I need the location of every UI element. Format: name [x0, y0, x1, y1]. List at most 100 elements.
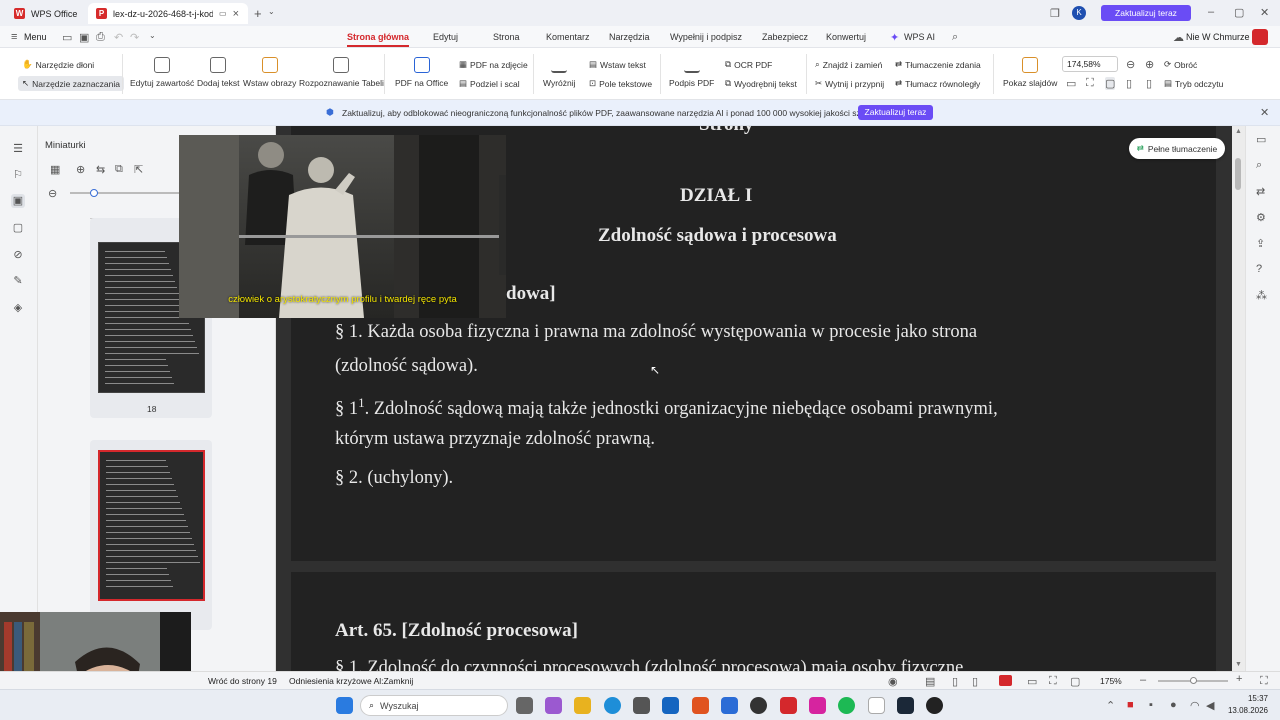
status-fullscreen-icon[interactable]: ⛶ — [1260, 675, 1268, 688]
spotify-icon[interactable] — [838, 697, 855, 714]
scrollbar-thumb[interactable] — [1235, 158, 1241, 190]
copilot-icon[interactable] — [545, 697, 562, 714]
double-view-icon[interactable]: ▯ — [972, 675, 978, 688]
comments-icon[interactable]: ▢ — [11, 221, 25, 235]
fit-width-icon[interactable]: ▭ — [1066, 77, 1076, 90]
recognize-tables-button[interactable]: Rozpoznawanie Tabeli — [299, 57, 384, 88]
pdf-to-office-button[interactable]: PDF na Office — [395, 57, 448, 88]
brave-icon[interactable] — [692, 697, 709, 714]
more-icon[interactable]: ⌄ — [149, 31, 156, 40]
tray-app-icon[interactable]: ▪ — [1149, 699, 1153, 711]
wifi-icon[interactable]: ◠ — [1190, 699, 1200, 712]
fullscreen-icon[interactable]: ⛶ — [1049, 675, 1057, 688]
fit-page-icon[interactable]: ⛶ — [1086, 77, 1094, 90]
tab-protect[interactable]: Zabezpiecz — [762, 32, 808, 42]
thumbnails-icon[interactable]: ▣ — [11, 194, 25, 208]
signature-panel-icon[interactable]: ✎ — [11, 274, 25, 288]
menu-button[interactable]: Menu — [24, 32, 47, 42]
zoom-out-icon[interactable]: ⊖ — [1126, 58, 1135, 71]
grid-view-icon[interactable]: ▦ — [50, 163, 60, 176]
new-tab-icon[interactable]: + — [254, 6, 262, 21]
grid-apps-icon[interactable]: ⁂ — [1256, 289, 1267, 302]
crossref-status[interactable]: Odniesienia krzyżowe Al:Zamknij — [289, 676, 413, 686]
tab-tools[interactable]: Narzędzia — [609, 32, 650, 42]
task-view-icon[interactable] — [516, 697, 533, 714]
chevron-down-icon[interactable]: ⌄ — [268, 7, 275, 16]
status-zoom-handle[interactable] — [1190, 677, 1197, 684]
notepad-icon[interactable] — [868, 697, 885, 714]
outline-icon[interactable]: ☰ — [11, 142, 25, 156]
document-tab[interactable]: P lex-dz-u-2026-468-t-j-kodek ▭ × — [88, 3, 248, 24]
slideshow-button[interactable]: Pokaz slajdów — [1003, 57, 1057, 88]
properties-icon[interactable]: ▭ — [1256, 133, 1266, 146]
clock-time[interactable]: 15:37 — [1228, 694, 1268, 703]
update-now-button[interactable]: Zaktualizuj teraz — [1101, 5, 1191, 21]
page-thumbnail-19[interactable] — [98, 450, 205, 601]
ocr-pdf-button[interactable]: ⧉ OCR PDF — [725, 59, 772, 70]
tab-edit[interactable]: Edytuj — [433, 32, 458, 42]
window-layout-icon[interactable]: ❐ — [1050, 7, 1060, 20]
microphone-icon[interactable]: ● — [1170, 699, 1177, 711]
tab-page[interactable]: Strona — [493, 32, 520, 42]
github-icon[interactable] — [750, 697, 767, 714]
thumb-size-slider[interactable] — [70, 192, 180, 194]
continuous-icon[interactable]: ▯ — [1146, 77, 1152, 90]
tray-wps-icon[interactable]: ■ — [1127, 699, 1134, 711]
status-zoom-out-icon[interactable]: – — [1140, 674, 1146, 686]
save-icon[interactable]: ▣ — [79, 31, 89, 44]
thumb-zoom-out-icon[interactable]: ⊖ — [48, 187, 57, 200]
single-page-icon[interactable]: ▯ — [1126, 77, 1132, 90]
cut-paste-button[interactable]: ✂ Wytnij i przypnij — [815, 78, 884, 89]
reader-icon[interactable]: ▢ — [1070, 675, 1080, 688]
media-player-icon[interactable] — [926, 697, 943, 714]
settings-sliders-icon[interactable]: ⚙ — [1256, 211, 1266, 224]
tab-convert[interactable]: Konwertuj — [826, 32, 866, 42]
scroll-up-icon[interactable]: ▲ — [1235, 128, 1242, 135]
calendar-icon[interactable] — [721, 697, 738, 714]
translate-sentence-button[interactable]: ⇄ Tłumaczenie zdania — [895, 59, 981, 70]
app-tab[interactable]: W WPS Office — [6, 3, 85, 24]
read-mode-button[interactable]: ▤ Tryb odczytu — [1164, 78, 1223, 89]
extract-page-icon[interactable]: ⇱ — [134, 163, 143, 176]
edge-icon[interactable] — [604, 697, 621, 714]
search-icon[interactable]: ⌕ — [952, 31, 958, 44]
redo-icon[interactable]: ↷ — [130, 31, 139, 44]
scroll-down-icon[interactable]: ▼ — [1235, 661, 1242, 668]
find-replace-button[interactable]: ⌕ Znajdź i zamień — [815, 59, 882, 70]
zoom-input[interactable]: 174,58% — [1062, 56, 1118, 72]
hand-tool-button[interactable]: ✋ Narzędzie dłoni — [22, 59, 94, 70]
tab-wps-ai[interactable]: WPS AI — [904, 32, 935, 42]
highlight-button[interactable]: Wyróżnij — [543, 57, 576, 88]
steam-icon[interactable] — [897, 697, 914, 714]
add-page-icon[interactable]: ⊕ — [76, 163, 85, 176]
copy-page-icon[interactable]: ⧉ — [115, 163, 123, 176]
clock-date[interactable]: 13.08.2026 — [1222, 706, 1268, 715]
banner-update-button[interactable]: Zaktualizuj teraz — [858, 105, 933, 120]
pdf-to-image-button[interactable]: ▦ PDF na zdjęcie — [459, 59, 528, 70]
video-overlay[interactable]: człowiek o arystokratycznym profilu i tw… — [179, 135, 506, 318]
share-panel-icon[interactable]: ⇪ — [1256, 237, 1265, 250]
select-tool-button[interactable]: ↖ Narzędzie zaznaczania — [18, 76, 125, 91]
hamburger-icon[interactable]: ≡ — [11, 31, 17, 43]
status-zoom[interactable]: 175% — [1100, 676, 1122, 686]
cloud-status[interactable]: Nie W Chmurze — [1186, 32, 1250, 42]
close-banner-icon[interactable]: ✕ — [1260, 106, 1269, 119]
eye-icon[interactable]: ◉ — [888, 675, 898, 688]
sign-pdf-button[interactable]: Podpis PDF — [669, 57, 714, 88]
folder-icon[interactable]: ▭ — [62, 31, 72, 44]
actual-size-icon[interactable]: ▢ — [1105, 77, 1116, 90]
tab-home[interactable]: Strona główna — [347, 32, 410, 47]
avatar[interactable]: K — [1072, 6, 1086, 20]
attachment-icon[interactable]: ⊘ — [11, 248, 25, 262]
close-tab-icon[interactable]: × — [233, 8, 239, 20]
insert-text-button[interactable]: ▤ Wstaw tekst — [589, 59, 646, 70]
status-zoom-in-icon[interactable]: + — [1236, 673, 1242, 685]
replace-page-icon[interactable]: ⇆ — [96, 163, 105, 176]
thumb-slider-handle[interactable] — [90, 189, 98, 197]
full-translation-button[interactable]: ⇄ Pełne tłumaczenie — [1129, 138, 1225, 159]
print-icon[interactable]: ⎙ — [96, 31, 105, 44]
layers-icon[interactable]: ◈ — [11, 301, 25, 315]
outlook-icon[interactable] — [662, 697, 679, 714]
tab-comment[interactable]: Komentarz — [546, 32, 590, 42]
volume-icon[interactable]: ◀ — [1206, 699, 1214, 712]
